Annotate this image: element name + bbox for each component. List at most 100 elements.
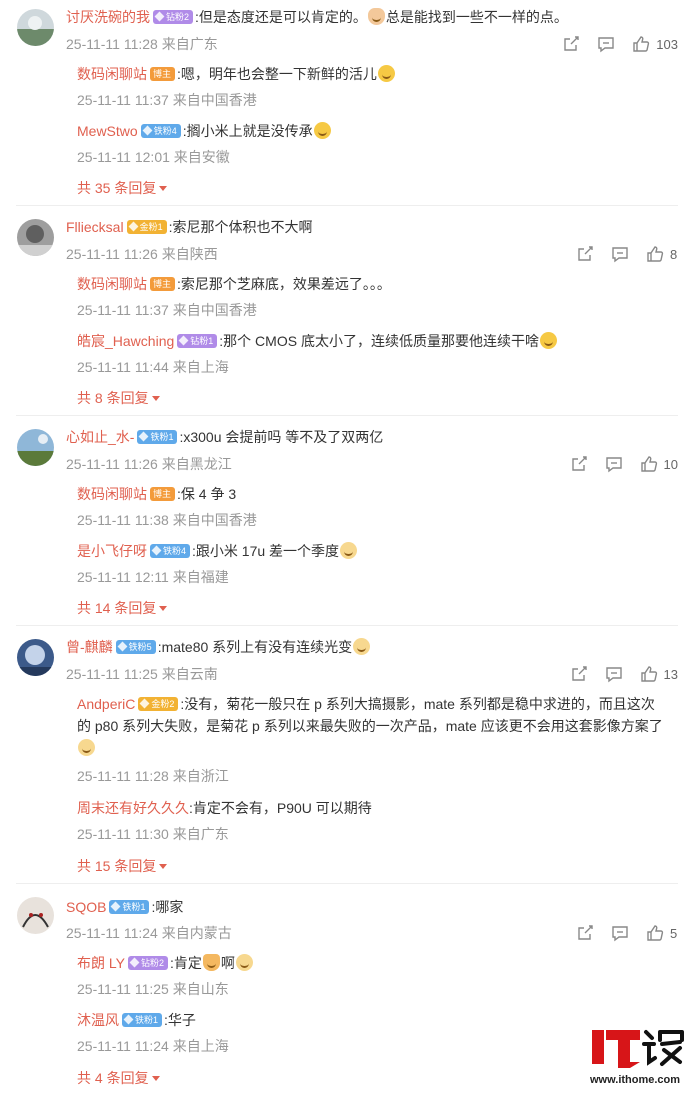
comment-meta: 25-11-11 11:26 来自陕西 xyxy=(66,246,218,262)
cat-emoji xyxy=(353,638,371,655)
fan-badge: 铁粉1 xyxy=(109,900,150,914)
reply-username[interactable]: 皓宸_Hawching xyxy=(77,333,174,349)
more-replies-link[interactable]: 共 8 条回复 xyxy=(77,388,160,408)
thumbs-up-icon[interactable] xyxy=(640,665,658,683)
reply-meta: 25-11-11 11:30 来自广东 xyxy=(77,826,229,842)
reply-username[interactable]: AndperiC xyxy=(77,696,135,712)
reply-meta: 25-11-11 11:37 来自中国香港 xyxy=(77,302,257,318)
fan-badge: 铁粉1 xyxy=(122,1013,163,1027)
comment-text: :哪家 xyxy=(151,899,184,915)
reply-meta: 25-11-11 11:44 来自上海 xyxy=(77,359,229,375)
cat-emoji xyxy=(340,542,358,559)
share-icon[interactable] xyxy=(576,924,594,942)
reply-item: MewStwo 铁粉4:搁小米上就是没传承 25-11-11 12:01 来自安徽 xyxy=(77,120,684,165)
chevron-down-icon xyxy=(159,606,168,611)
reply-username[interactable]: 布朗 LY xyxy=(77,955,125,971)
like-count: 8 xyxy=(670,246,678,262)
shrug-emoji xyxy=(539,332,557,349)
avatar[interactable] xyxy=(17,9,54,46)
avatar[interactable] xyxy=(17,219,54,256)
reply-username[interactable]: 是小飞仔呀 xyxy=(77,543,147,559)
reply-text: :跟小米 17u 差一个季度 xyxy=(192,543,340,559)
username[interactable]: 讨厌洗碗的我 xyxy=(66,9,150,25)
smile-emoji xyxy=(377,65,395,82)
reply-text: :没有，菊花一般只在 p 系列大搞摄影，mate 系列都是稳中求进的，而且这次 xyxy=(180,696,655,712)
reply-text-cont: 啊 xyxy=(220,955,235,971)
thumbs-up-icon[interactable] xyxy=(640,455,658,473)
blogger-badge: 博主 xyxy=(150,277,176,291)
reply-text: :嗯，明年也会整一下新鲜的活儿 xyxy=(177,66,377,82)
reply-meta: 25-11-11 11:37 来自中国香港 xyxy=(77,92,257,108)
reply-icon[interactable] xyxy=(605,665,623,683)
comment-text: :但是态度还是可以肯定的。 xyxy=(195,9,367,25)
reply-item: 布朗 LY 钻粉2:肯定 啊 25-11-11 11:25 来自山东 xyxy=(77,952,684,997)
reply-username[interactable]: 数码闲聊站 xyxy=(77,66,147,82)
pot-emoji xyxy=(202,954,220,971)
fan-badge: 钻粉2 xyxy=(153,10,194,24)
reply-meta: 25-11-11 11:38 来自中国香港 xyxy=(77,512,257,528)
reply-text: :肯定不会有，P90U 可以期待 xyxy=(189,800,372,816)
reply-username[interactable]: 数码闲聊站 xyxy=(77,486,147,502)
thumbs-up-emoji xyxy=(367,8,385,25)
reply-item: 数码闲聊站 博主:保 4 争 3 25-11-11 11:38 来自中国香港 xyxy=(77,483,684,528)
cat-emoji xyxy=(78,739,95,756)
username[interactable]: 心如止_水- xyxy=(66,429,134,445)
fan-badge: 金粉1 xyxy=(126,220,167,234)
reply-icon[interactable] xyxy=(605,455,623,473)
cat-emoji xyxy=(235,954,253,971)
comment-text: :x300u 会提前吗 等不及了双两亿 xyxy=(179,429,384,445)
like-count: 103 xyxy=(656,36,678,52)
reply-icon[interactable] xyxy=(597,35,615,53)
divider xyxy=(16,205,678,206)
username[interactable]: SQOB xyxy=(66,899,106,915)
comment-text-cont: 总是能找到一些不一样的点。 xyxy=(385,9,568,25)
thumbs-up-icon[interactable] xyxy=(646,924,664,942)
reply-icon[interactable] xyxy=(611,924,629,942)
more-replies-link[interactable]: 共 4 条回复 xyxy=(77,1068,160,1088)
chevron-down-icon xyxy=(159,186,168,191)
fan-badge: 铁粉1 xyxy=(137,430,178,444)
username[interactable]: Flliecksal xyxy=(66,219,124,235)
reply-meta: 25-11-11 11:25 来自山东 xyxy=(77,981,229,997)
thumbs-up-icon[interactable] xyxy=(646,245,664,263)
reply-text: :保 4 争 3 xyxy=(177,486,237,502)
like-count: 13 xyxy=(663,666,678,682)
reply-text: :华子 xyxy=(164,1012,196,1028)
comment-meta: 25-11-11 11:26 来自黑龙江 xyxy=(66,456,232,472)
fan-badge: 铁粉4 xyxy=(150,544,191,558)
share-icon[interactable] xyxy=(570,665,588,683)
reply-text: :那个 CMOS 底太小了，连续低质量那要他连续干啥 xyxy=(219,333,539,349)
avatar[interactable] xyxy=(17,429,54,466)
fan-badge: 铁粉5 xyxy=(115,640,156,654)
reply-item: 数码闲聊站 博主:嗯，明年也会整一下新鲜的活儿 25-11-11 11:37 来自… xyxy=(77,63,684,108)
chevron-down-icon xyxy=(151,1076,160,1081)
laugh-emoji xyxy=(313,122,331,139)
share-icon[interactable] xyxy=(562,35,580,53)
reply-text: :肯定 xyxy=(170,955,202,971)
ithome-url[interactable]: www.ithome.com xyxy=(590,1074,680,1086)
avatar[interactable] xyxy=(17,897,54,934)
comment-meta: 25-11-11 11:24 来自内蒙古 xyxy=(66,925,232,941)
reply-username[interactable]: 数码闲聊站 xyxy=(77,276,147,292)
reply-meta: 25-11-11 12:11 来自福建 xyxy=(77,569,229,585)
thumbs-up-icon[interactable] xyxy=(632,35,650,53)
more-replies-link[interactable]: 共 15 条回复 xyxy=(77,856,168,876)
chevron-down-icon xyxy=(159,864,168,869)
more-replies-link[interactable]: 共 35 条回复 xyxy=(77,178,168,198)
avatar[interactable] xyxy=(17,639,54,676)
fan-badge: 钻粉1 xyxy=(177,334,218,348)
reply-meta: 25-11-11 12:01 来自安徽 xyxy=(77,149,230,165)
reply-username[interactable]: 周末还有好久久久 xyxy=(77,800,189,816)
fan-badge: 铁粉4 xyxy=(140,124,181,138)
reply-item: 数码闲聊站 博主:索尼那个芝麻底，效果差远了。。。 25-11-11 11:37 … xyxy=(77,273,684,318)
comment-text: :索尼那个体积也不大啊 xyxy=(168,219,313,235)
more-replies-link[interactable]: 共 14 条回复 xyxy=(77,598,168,618)
share-icon[interactable] xyxy=(576,245,594,263)
reply-username[interactable]: 沐温风 xyxy=(77,1012,119,1028)
share-icon[interactable] xyxy=(570,455,588,473)
like-count: 10 xyxy=(663,456,678,472)
reply-icon[interactable] xyxy=(611,245,629,263)
chevron-down-icon xyxy=(151,396,160,401)
username[interactable]: 曾-麒麟 xyxy=(66,639,113,655)
reply-username[interactable]: MewStwo xyxy=(77,123,138,139)
